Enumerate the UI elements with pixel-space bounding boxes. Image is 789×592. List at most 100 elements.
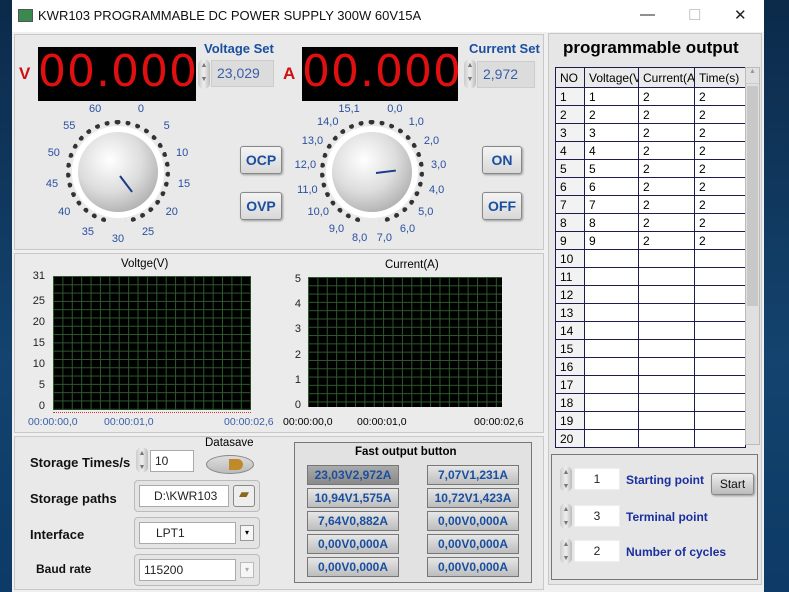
on-button[interactable]: ON	[482, 146, 522, 174]
table-cell[interactable]: 6	[584, 177, 639, 196]
table-row[interactable]: 8822	[555, 213, 746, 232]
table-cell[interactable]	[584, 357, 639, 376]
ovp-button[interactable]: OVP	[240, 192, 282, 220]
starting-point-input[interactable]: 1	[574, 468, 620, 490]
voltage-set-input[interactable]: 23,029	[211, 60, 274, 87]
terminal-point-spinner[interactable]: ▲ ▼	[560, 503, 572, 529]
fast-output-button[interactable]: 0,00V0,000A	[307, 557, 399, 577]
table-cell[interactable]	[694, 357, 746, 376]
table-cell[interactable]: 2	[638, 213, 695, 232]
table-cell[interactable]	[638, 357, 695, 376]
fast-output-button[interactable]: 0,00V0,000A	[427, 534, 519, 554]
table-cell[interactable]: 2	[694, 159, 746, 178]
table-cell[interactable]	[584, 303, 639, 322]
baud-dropdown-icon[interactable]: ▾	[240, 562, 254, 578]
table-row[interactable]: 6622	[555, 177, 746, 196]
table-row[interactable]: 7722	[555, 195, 746, 214]
terminal-point-input[interactable]: 3	[574, 505, 620, 527]
starting-point-spinner[interactable]: ▲ ▼	[560, 466, 572, 492]
table-cell[interactable]: 2	[694, 105, 746, 124]
fast-output-button[interactable]: 0,00V0,000A	[427, 557, 519, 577]
table-row[interactable]: 4422	[555, 141, 746, 160]
table-cell[interactable]	[584, 267, 639, 286]
storage-path-input[interactable]: D:\KWR103	[139, 485, 229, 507]
maximize-button[interactable]: ☐	[688, 6, 701, 24]
table-cell[interactable]	[638, 339, 695, 358]
fast-output-button[interactable]: 7,07V1,231A	[427, 465, 519, 485]
table-cell[interactable]: 2	[638, 105, 695, 124]
fast-output-button[interactable]: 23,03V2,972A	[307, 465, 399, 485]
table-cell[interactable]: 4	[584, 141, 639, 160]
table-cell[interactable]: 2	[638, 141, 695, 160]
table-cell[interactable]	[584, 285, 639, 304]
fast-output-button[interactable]: 0,00V0,000A	[307, 534, 399, 554]
interface-dropdown-icon[interactable]: ▾	[240, 525, 254, 541]
table-row[interactable]: 9922	[555, 231, 746, 250]
table-cell[interactable]	[694, 249, 746, 268]
current-knob-body[interactable]	[332, 132, 412, 212]
close-button[interactable]: ✕	[734, 6, 747, 24]
table-cell[interactable]: 2	[694, 177, 746, 196]
table-cell[interactable]: 2	[638, 123, 695, 142]
browse-folder-icon[interactable]: ▰	[233, 485, 255, 507]
off-button[interactable]: OFF	[482, 192, 522, 220]
column-header[interactable]: NO	[555, 67, 585, 88]
table-cell[interactable]	[694, 285, 746, 304]
table-row[interactable]: 12	[555, 285, 746, 304]
table-cell[interactable]: 2	[694, 213, 746, 232]
minimize-button[interactable]: —	[640, 6, 655, 23]
table-cell[interactable]	[638, 285, 695, 304]
table-cell[interactable]	[638, 267, 695, 286]
table-cell[interactable]: 9	[584, 231, 639, 250]
cycles-input[interactable]: 2	[574, 540, 620, 562]
table-cell[interactable]	[638, 375, 695, 394]
table-cell[interactable]	[584, 249, 639, 268]
table-cell[interactable]	[694, 375, 746, 394]
table-cell[interactable]	[638, 429, 695, 448]
start-button[interactable]: Start	[711, 473, 754, 495]
table-row[interactable]: 13	[555, 303, 746, 322]
table-cell[interactable]: 3	[584, 123, 639, 142]
table-cell[interactable]: 2	[584, 105, 639, 124]
table-cell[interactable]	[694, 339, 746, 358]
current-set-spinner[interactable]: ▲ ▼	[464, 59, 476, 89]
table-row[interactable]: 3322	[555, 123, 746, 142]
table-cell[interactable]	[638, 321, 695, 340]
table-cell[interactable]: 2	[694, 123, 746, 142]
table-cell[interactable]: 8	[584, 213, 639, 232]
table-cell[interactable]	[694, 429, 746, 448]
table-row[interactable]: 18	[555, 393, 746, 412]
table-cell[interactable]: 2	[638, 177, 695, 196]
voltage-knob-body[interactable]	[78, 132, 158, 212]
table-row[interactable]: 5522	[555, 159, 746, 178]
ocp-button[interactable]: OCP	[240, 146, 282, 174]
table-cell[interactable]	[694, 411, 746, 430]
table-cell[interactable]	[638, 249, 695, 268]
table-cell[interactable]: 1	[584, 87, 639, 106]
table-cell[interactable]	[638, 411, 695, 430]
cycles-spinner[interactable]: ▲ ▼	[560, 538, 572, 564]
table-cell[interactable]: 5	[584, 159, 639, 178]
fast-output-button[interactable]: 0,00V0,000A	[427, 511, 519, 531]
fast-output-button[interactable]: 10,72V1,423A	[427, 488, 519, 508]
table-cell[interactable]: 2	[638, 195, 695, 214]
column-header[interactable]: Time(s)	[694, 67, 746, 88]
fast-output-button[interactable]: 10,94V1,575A	[307, 488, 399, 508]
storage-times-spinner[interactable]: ▲ ▼	[136, 447, 148, 473]
interface-select[interactable]: LPT1	[139, 522, 236, 544]
table-cell[interactable]	[694, 303, 746, 322]
column-header[interactable]: Voltage(V	[584, 67, 639, 88]
table-row[interactable]: 16	[555, 357, 746, 376]
table-cell[interactable]: 2	[694, 231, 746, 250]
table-cell[interactable]	[584, 411, 639, 430]
table-cell[interactable]	[694, 321, 746, 340]
table-row[interactable]: 19	[555, 411, 746, 430]
table-row[interactable]: 14	[555, 321, 746, 340]
table-row[interactable]: 20	[555, 429, 746, 448]
voltage-set-spinner[interactable]: ▲ ▼	[198, 59, 210, 89]
column-header[interactable]: Current(A	[638, 67, 695, 88]
table-row[interactable]: 1122	[555, 87, 746, 106]
table-cell[interactable]: 7	[584, 195, 639, 214]
table-cell[interactable]	[638, 393, 695, 412]
baud-rate-select[interactable]: 115200	[139, 559, 236, 581]
